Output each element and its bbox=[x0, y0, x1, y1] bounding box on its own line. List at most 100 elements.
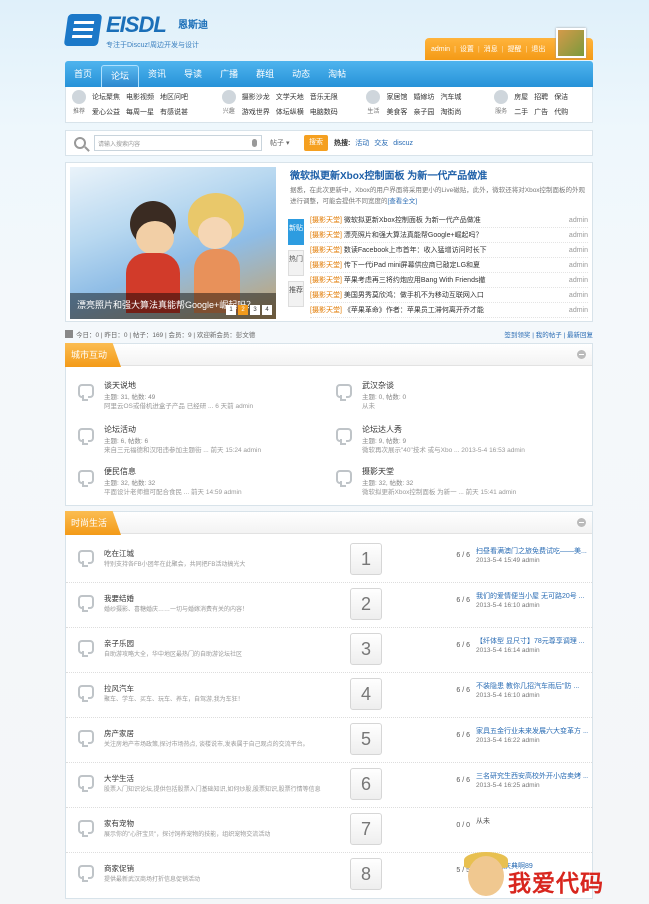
subnav-link[interactable]: 广告 bbox=[534, 107, 548, 117]
forum-last-post[interactable]: 微软再次展示"40"技术 或与Xbo ... 2013-5-4 16:53 ad… bbox=[362, 444, 525, 454]
slide-page-button[interactable]: 2 bbox=[238, 305, 248, 315]
stats-links[interactable]: 签到领奖 | 我的帖子 | 最新回复 bbox=[504, 329, 593, 339]
nav-item-activity[interactable]: 动态 bbox=[283, 61, 319, 87]
nav-item-news[interactable]: 资讯 bbox=[139, 61, 175, 87]
subnav-link[interactable]: 婚嫁坊 bbox=[413, 92, 434, 102]
forum-name[interactable]: 大学生活 bbox=[104, 773, 134, 784]
forum-name[interactable]: 吃在江城 bbox=[104, 548, 134, 559]
forum-name[interactable]: 亲子乐园 bbox=[104, 638, 134, 649]
forum-cell[interactable]: 摄影天堂 主题: 32, 帖数: 32 微软拟更新Xbox控制面板 为新一 ..… bbox=[324, 458, 574, 500]
microphone-icon[interactable] bbox=[252, 139, 257, 147]
slide-page-button[interactable]: 4 bbox=[262, 305, 272, 315]
slide-page-button[interactable]: 3 bbox=[250, 305, 260, 315]
nav-item-broadcast[interactable]: 广播 bbox=[211, 61, 247, 87]
subnav-link[interactable]: 电影视频 bbox=[126, 92, 154, 102]
forum-name[interactable]: 家有宠物 bbox=[104, 818, 134, 829]
subnav-link[interactable]: 每周一星 bbox=[126, 107, 154, 117]
username-link[interactable]: admin bbox=[431, 46, 450, 53]
subnav-link[interactable]: 有感说甚 bbox=[160, 107, 188, 117]
table-row[interactable]: 我要结婚 婚纱摄影、喜糖婚庆……一切与婚嫁消费有关的内容！ 2 6 / 6 我们… bbox=[66, 583, 592, 628]
table-row[interactable]: 家有宠物 展示你的"心肝宝贝"，探讨饲养宠物的技能，组织宠物交流活动 7 0 /… bbox=[66, 808, 592, 853]
subnav-link[interactable]: 保洁 bbox=[554, 92, 568, 102]
nav-item-groups[interactable]: 群组 bbox=[247, 61, 283, 87]
notifications-link[interactable]: 提醒 bbox=[508, 44, 522, 54]
subnav-link[interactable]: 爱心公益 bbox=[92, 107, 120, 117]
subnav-link[interactable]: 汽车城 bbox=[440, 92, 461, 102]
forum-last-post[interactable]: 来自三元福德和汉阳违参加主题街 ... 前天 15:24 admin bbox=[104, 444, 261, 454]
section-title[interactable]: 时尚生活 bbox=[65, 511, 122, 535]
forum-last-post[interactable]: 从未 bbox=[362, 400, 375, 410]
forum-name[interactable]: 论坛达人秀 bbox=[362, 424, 402, 435]
logout-link[interactable]: 退出 bbox=[531, 44, 545, 54]
forum-name[interactable]: 论坛活动 bbox=[104, 424, 136, 435]
subnav-link[interactable]: 电脑数码 bbox=[310, 107, 338, 117]
subnav-link[interactable]: 文学天地 bbox=[276, 92, 304, 102]
hot-search-link[interactable]: 活动 bbox=[355, 140, 369, 147]
nav-item-forum[interactable]: 论坛 bbox=[101, 65, 140, 87]
collapse-icon[interactable] bbox=[577, 518, 586, 527]
tab-new[interactable]: 新贴 bbox=[288, 219, 304, 245]
list-item[interactable]: [摄影天堂] 传下一代iPad mini屏幕供应商已敲定LG和夏 admin bbox=[310, 258, 588, 273]
forum-name[interactable]: 摄影天堂 bbox=[362, 466, 394, 477]
subnav-link[interactable]: 体坛纵横 bbox=[276, 107, 304, 117]
forum-name[interactable]: 便民信息 bbox=[104, 466, 136, 477]
slideshow[interactable]: 漂亮照片和强大算法真能帮Google+崛起吗？ 1 2 3 4 bbox=[70, 167, 276, 319]
forum-name[interactable]: 拉风汽车 bbox=[104, 683, 134, 694]
subnav-link[interactable]: 家居馆 bbox=[386, 92, 407, 102]
forum-cell[interactable]: 论坛达人秀 主题: 9, 帖数: 9 微软再次展示"40"技术 或与Xbo ..… bbox=[324, 416, 574, 458]
search-type-select[interactable]: 帖子 ▾ bbox=[270, 138, 304, 148]
messages-link[interactable]: 消息 bbox=[484, 44, 498, 54]
last-post-title[interactable]: 我们的爱情便当小屋 无可路20号 ... bbox=[476, 591, 588, 601]
forum-last-post[interactable]: 阿里云OS或借机进盒子产品 已经研 ... 6 天前 admin bbox=[104, 400, 253, 410]
forum-cell[interactable]: 便民信息 主题: 32, 帖数: 32 平面设计老师擅可配合食民 ... 前天 … bbox=[66, 458, 316, 500]
forum-name[interactable]: 武汉杂谈 bbox=[362, 380, 394, 391]
table-row[interactable]: 房产家居 关注房地产市场政策,探讨市场热点, 谈楼说市,发表属于自己观点的交流平… bbox=[66, 718, 592, 763]
last-post-title[interactable]: 不装隐患 教你几招汽车雨后"防 ... bbox=[476, 681, 588, 691]
search-input[interactable]: 请输入搜索内容 bbox=[94, 135, 262, 151]
nav-item-collections[interactable]: 淘帖 bbox=[319, 61, 355, 87]
table-row[interactable]: 吃在江城 特别支持各FB小团年在此聚会，共同把FB活动搞光大 1 6 / 6 扫… bbox=[66, 538, 592, 583]
slide-page-button[interactable]: 1 bbox=[226, 305, 236, 315]
search-button[interactable]: 搜索 bbox=[304, 135, 328, 151]
list-item[interactable]: [摄影天堂] 微软拟更新Xbox控制面板 为新一代产品做准 admin bbox=[310, 213, 588, 228]
last-post-title[interactable]: 【纤体型 显尺寸】78元尊享调理 ... bbox=[476, 636, 588, 646]
subnav-link[interactable]: 二手 bbox=[514, 107, 528, 117]
last-post-title[interactable]: 三名研究生西安高校外开小店卖烤 ... bbox=[476, 771, 588, 781]
forum-name[interactable]: 谈天说地 bbox=[104, 380, 136, 391]
subnav-link[interactable]: 摄影沙龙 bbox=[242, 92, 270, 102]
list-item[interactable]: [摄影天堂] 数读Facebook上市首年：收入猛增访问时长下 admin bbox=[310, 243, 588, 258]
avatar[interactable] bbox=[556, 28, 586, 58]
list-item[interactable]: [摄影天堂] 苹果考虑再三将约炮应用Bang With Friends撤 admin bbox=[310, 273, 588, 288]
table-row[interactable]: 亲子乐园 自助游攻略大全，华中地区最热门的自助游论坛社区 3 6 / 6 【纤体… bbox=[66, 628, 592, 673]
collapse-icon[interactable] bbox=[577, 350, 586, 359]
hot-search-link[interactable]: discuz bbox=[393, 140, 413, 147]
read-more-link[interactable]: [查看全文] bbox=[388, 198, 418, 205]
forum-name[interactable]: 商家促销 bbox=[104, 863, 134, 874]
subnav-link[interactable]: 论坛聚焦 bbox=[92, 92, 120, 102]
subnav-link[interactable]: 房屋 bbox=[514, 92, 528, 102]
subnav-link[interactable]: 音乐无限 bbox=[310, 92, 338, 102]
nav-item-home[interactable]: 首页 bbox=[65, 61, 101, 87]
settings-link[interactable]: 设置 bbox=[460, 44, 474, 54]
list-item[interactable]: [摄影天堂] 漂亮照片和强大算法真能帮Google+崛起吗？ admin bbox=[310, 228, 588, 243]
last-post-title[interactable]: 家具五金行业未来发展六大变革方 ... bbox=[476, 726, 588, 736]
tab-recommend[interactable]: 推荐 bbox=[288, 281, 304, 307]
headline-title[interactable]: 微软拟更新Xbox控制面板 为新一代产品做准 bbox=[290, 167, 487, 182]
subnav-link[interactable]: 代购 bbox=[554, 107, 568, 117]
list-item[interactable]: [摄影天堂] 美国男秀莫欣鸿：做手机不为移动互联网入口 admin bbox=[310, 288, 588, 303]
subnav-link[interactable]: 亲子园 bbox=[413, 107, 434, 117]
list-item[interactable]: [摄影天堂] 《苹果革命》作者：苹果员工滞何离开乔才能 admin bbox=[310, 303, 588, 318]
table-row[interactable]: 大学生活 股票入门知识论坛,提供包括股票入门基础知识,如何炒股,股票知识,股票行… bbox=[66, 763, 592, 808]
forum-cell[interactable]: 武汉杂谈 主题: 0, 帖数: 0 从未 bbox=[324, 372, 574, 414]
subnav-link[interactable]: 美食客 bbox=[386, 107, 407, 117]
forum-name[interactable]: 我要结婚 bbox=[104, 593, 134, 604]
forum-last-post[interactable]: 微软拟更新Xbox控制面板 为新一 ... 前天 15:41 admin bbox=[362, 486, 516, 496]
last-post-title[interactable]: 扫昼看满澳门之旅免费试吃——美... bbox=[476, 546, 588, 556]
forum-cell[interactable]: 论坛活动 主题: 6, 帖数: 6 来自三元福德和汉阳违参加主题街 ... 前天… bbox=[66, 416, 316, 458]
subnav-link[interactable]: 招聘 bbox=[534, 92, 548, 102]
site-logo[interactable]: EISDL 恩斯迪 专注于Discuz!周边开发与设计 bbox=[63, 12, 226, 52]
forum-name[interactable]: 房产家居 bbox=[104, 728, 134, 739]
subnav-link[interactable]: 淘街尚 bbox=[440, 107, 461, 117]
hot-search-link[interactable]: 交友 bbox=[374, 140, 388, 147]
nav-item-guide[interactable]: 导读 bbox=[175, 61, 211, 87]
